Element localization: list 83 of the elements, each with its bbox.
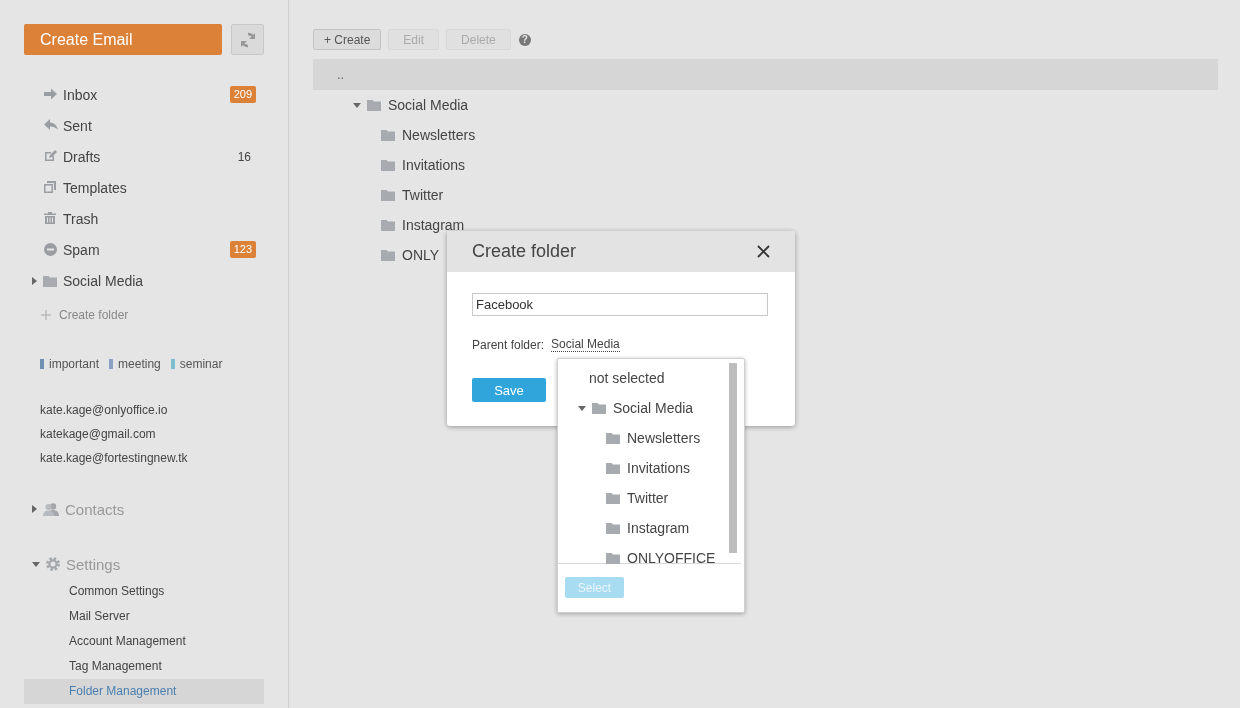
settings-item[interactable]: Common Settings: [24, 579, 264, 604]
folder-row[interactable]: Newsletters: [353, 120, 476, 150]
folder-item[interactable]: Social Media: [24, 265, 264, 297]
folder-icon: [381, 129, 395, 141]
folder-icon: [381, 219, 395, 231]
folder-label: ONLYOFFICE: [627, 550, 716, 566]
folder-icon: [606, 492, 620, 504]
folder-label: Invitations: [402, 157, 466, 173]
folder-item[interactable]: Templates: [24, 172, 264, 203]
unread-count-badge: 123: [229, 241, 256, 258]
folder-row[interactable]: Twitter: [353, 180, 444, 210]
folder-row[interactable]: Twitter: [578, 483, 729, 513]
folder-item[interactable]: Trash: [24, 203, 264, 234]
folder-icon: [606, 552, 620, 564]
folder-icon: [592, 402, 606, 414]
folder-icon: [606, 522, 620, 534]
folder-label: Newsletters: [402, 127, 476, 143]
arrow-right-icon: [44, 88, 58, 101]
item-count: 16: [236, 149, 252, 164]
account-address[interactable]: katekage@gmail.com: [40, 422, 288, 446]
folder-label: Social Media: [388, 97, 469, 113]
folder-label: Twitter: [402, 187, 444, 203]
dialog-title: Create folder: [472, 241, 577, 262]
folder-label: Twitter: [627, 490, 669, 506]
help-icon[interactable]: ?: [518, 33, 531, 46]
folder-row[interactable]: Invitations: [578, 453, 729, 483]
folder-item[interactable]: Drafts 16: [24, 141, 264, 172]
toolbar-button[interactable]: + Create: [313, 29, 382, 50]
folder-row[interactable]: ONLY: [353, 240, 440, 270]
folder-row[interactable]: Social Media: [578, 393, 729, 423]
folder-icon: [381, 159, 395, 171]
folder-icon: [43, 275, 57, 287]
settings-item[interactable]: Tag Management: [24, 654, 264, 679]
folder-item[interactable]: Inbox 209: [24, 79, 264, 110]
parent-folder-label: Parent folder:: [472, 337, 545, 352]
folder-label: Newsletters: [627, 430, 701, 446]
folder-item[interactable]: Sent: [24, 110, 264, 141]
folder-row[interactable]: Invitations: [353, 150, 466, 180]
account-address[interactable]: kate.kage@fortestingnew.tk: [40, 446, 288, 470]
folder-label: Sent: [63, 117, 93, 134]
tag-label[interactable]: meeting: [118, 357, 161, 371]
tag-label[interactable]: important: [49, 357, 100, 371]
folder-icon: [606, 462, 620, 474]
folder-label: Spam: [63, 241, 101, 258]
folder-row[interactable]: ONLYOFFICE: [578, 543, 729, 573]
folder-label: Social Media: [63, 273, 145, 289]
people-icon: [43, 502, 59, 516]
folder-item[interactable]: Spam 123: [24, 234, 264, 265]
reply-arrow-icon: [44, 119, 58, 132]
tag-label[interactable]: seminar: [179, 357, 223, 371]
folder-icon: [606, 432, 620, 444]
folder-icon: [381, 189, 395, 201]
folder-label: Templates: [63, 179, 128, 196]
folder-label: not selected: [589, 370, 665, 386]
trash-icon: [44, 212, 58, 225]
folder-label: Instagram: [627, 520, 690, 536]
no-entry-icon: [44, 243, 58, 256]
folder-row[interactable]: not selected: [578, 363, 729, 393]
folder-row[interactable]: Social Media: [353, 90, 469, 120]
folder-row[interactable]: Newsletters: [578, 423, 729, 453]
folder-name-field[interactable]: Facebook: [472, 293, 768, 316]
folder-icon: [367, 99, 381, 111]
settings-item[interactable]: Account Management: [24, 629, 264, 654]
folder-label: Instagram: [402, 217, 465, 233]
close-icon[interactable]: [757, 245, 770, 258]
parent-folder-link[interactable]: Social Media: [551, 337, 620, 352]
copy-icon: [44, 181, 58, 194]
folder-row[interactable]: Instagram: [578, 513, 729, 543]
parent-folder-row[interactable]: ..: [313, 59, 1218, 90]
edit-icon: [44, 150, 58, 163]
folder-label: Inbox: [63, 86, 99, 103]
folder-label: ONLY: [402, 247, 440, 263]
plus-icon: [41, 310, 51, 320]
account-address[interactable]: kate.kage@onlyoffice.io: [40, 398, 288, 422]
unread-count-badge: 209: [229, 86, 256, 103]
folder-label: Invitations: [627, 460, 691, 476]
gear-icon: [46, 557, 60, 571]
folder-label: Trash: [63, 210, 100, 227]
folder-row[interactable]: Instagram: [353, 210, 465, 240]
folder-icon: [381, 249, 395, 261]
settings-item[interactable]: Mail Server: [24, 604, 264, 629]
folder-label: Drafts: [63, 148, 102, 165]
folder-label: Social Media: [613, 400, 694, 416]
